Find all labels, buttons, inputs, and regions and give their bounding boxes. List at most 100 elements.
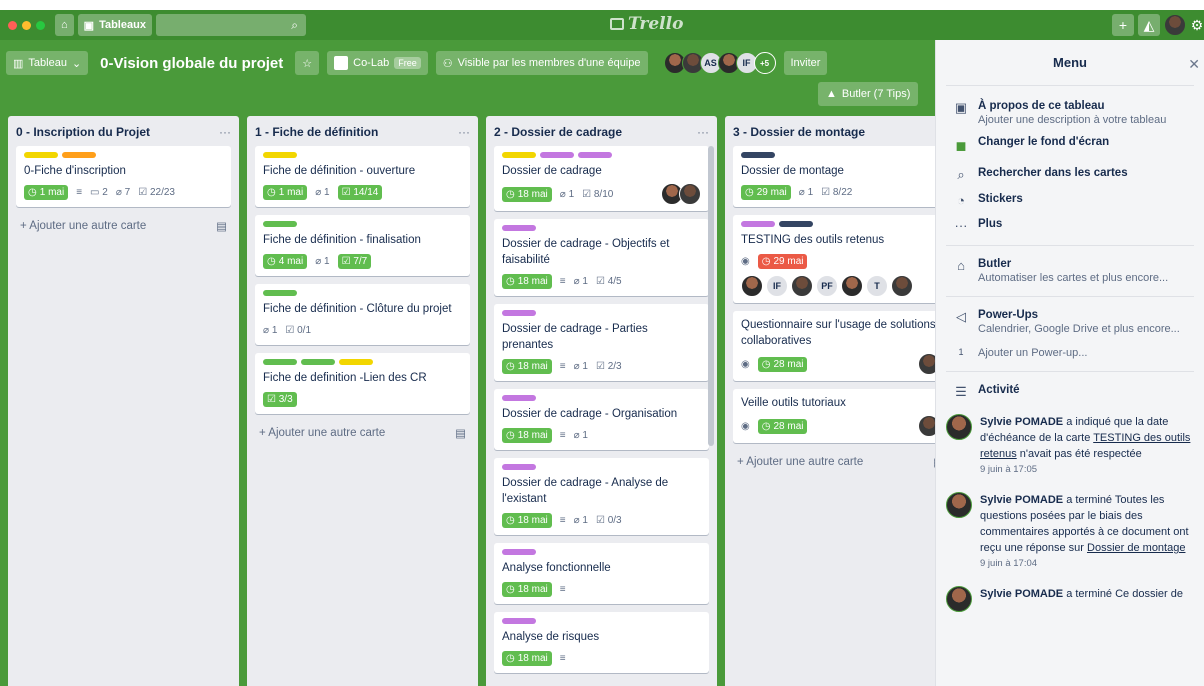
activity-timestamp[interactable]: 9 juin à 17:04: [980, 556, 1200, 572]
notifications-button[interactable]: ◭: [1138, 14, 1160, 36]
due-date-badge[interactable]: ◷ 1 mai: [24, 184, 69, 200]
add-card-button[interactable]: + Ajouter une autre carte▤: [255, 422, 470, 446]
card[interactable]: Fiche de definition -Lien des CR ☑ 3/3: [255, 353, 470, 414]
list-menu-icon[interactable]: ···: [697, 125, 709, 139]
due-date-badge[interactable]: ◷ 18 mai: [502, 186, 552, 202]
card-label[interactable]: [502, 152, 536, 158]
user-avatar[interactable]: [1164, 14, 1186, 36]
activity-author[interactable]: Sylvie POMADE: [980, 494, 1063, 506]
card-label[interactable]: [502, 395, 536, 401]
due-date-badge[interactable]: ◷ 18 mai: [502, 512, 552, 528]
list-title[interactable]: 2 - Dossier de cadrage: [494, 125, 622, 139]
add-card-button[interactable]: + Ajouter une autre carte▤: [494, 681, 709, 686]
card-label[interactable]: [263, 290, 297, 296]
butler-button[interactable]: ▲ Butler (7 Tips): [818, 82, 919, 106]
due-date-badge[interactable]: ◷ 1 mai: [263, 184, 308, 200]
card-label[interactable]: [741, 152, 775, 158]
due-date-badge[interactable]: ◷ 18 mai: [502, 650, 552, 666]
due-date-badge[interactable]: ◷ 29 mai: [757, 253, 808, 269]
activity-timestamp[interactable]: 9 juin à 17:05: [980, 462, 1200, 478]
template-icon[interactable]: ▤: [216, 219, 227, 233]
card[interactable]: Dossier de cadrage - Objectifs et faisab…: [494, 219, 709, 296]
home-button[interactable]: ⌂: [55, 14, 74, 36]
list-title[interactable]: 1 - Fiche de définition: [255, 125, 378, 139]
card-label[interactable]: [502, 310, 536, 316]
card[interactable]: Analyse fonctionnelle ◷ 18 mai ≡: [494, 543, 709, 604]
menu-item-more[interactable]: ··· Plus: [936, 218, 1204, 233]
card-label[interactable]: [779, 221, 813, 227]
menu-item-background[interactable]: ■ Changer le fond d'écran: [936, 136, 1204, 157]
close-window-dot[interactable]: [8, 20, 17, 30]
card[interactable]: Veille outils tutoriaux ◉ ◷ 28 mai: [733, 389, 948, 443]
card[interactable]: Fiche de définition - finalisation ◷ 4 mai…: [255, 215, 470, 276]
card[interactable]: Fiche de définition - ouverture ◷ 1 mai ⌀ 1…: [255, 146, 470, 207]
card[interactable]: Dossier de cadrage - Parties prenantes ◷ 1…: [494, 304, 709, 381]
card-label[interactable]: [24, 152, 58, 158]
activity-avatar[interactable]: [946, 492, 972, 518]
activity-author[interactable]: Sylvie POMADE: [980, 416, 1063, 428]
card-label[interactable]: [741, 221, 775, 227]
menu-item-butler[interactable]: ⌂ Butler Automatiser les cartes et plus …: [936, 258, 1204, 284]
member-avatar-initials[interactable]: PF: [816, 275, 838, 297]
activity-card-link[interactable]: Dossier de montage: [1087, 542, 1185, 554]
view-switcher[interactable]: ▥ Tableau ⌄: [6, 51, 89, 75]
card-label[interactable]: [540, 152, 574, 158]
card-label[interactable]: [502, 464, 536, 470]
card-label[interactable]: [339, 359, 373, 365]
card-label[interactable]: [578, 152, 612, 158]
menu-item-sticker[interactable]: ◔ Stickers: [936, 193, 1204, 208]
card-label[interactable]: [263, 359, 297, 365]
due-date-badge[interactable]: ◷ 18 mai: [502, 427, 552, 443]
more-members-badge[interactable]: +5: [753, 52, 776, 74]
close-icon[interactable]: ✕: [1188, 56, 1200, 73]
team-button[interactable]: Co-Lab Free: [327, 51, 428, 75]
add-card-button[interactable]: + Ajouter une autre carte▤: [733, 451, 948, 475]
card-label[interactable]: [502, 618, 536, 624]
card-label[interactable]: [263, 221, 297, 227]
settings-icon[interactable]: ⚙: [1190, 14, 1204, 36]
add-power-up-link[interactable]: 1 Ajouter un Power-up...: [936, 347, 1204, 359]
card[interactable]: 0-Fiche d'inscription ◷ 1 mai ≡ ▭ 2 ⌀ 7 ☑ 22/2…: [16, 146, 231, 207]
card[interactable]: Questionnaire sur l'usage de solutions c…: [733, 311, 948, 381]
due-date-badge[interactable]: ◷ 28 mai: [757, 418, 808, 434]
card[interactable]: Analyse de risques ◷ 18 mai ≡: [494, 612, 709, 673]
activity-avatar[interactable]: [946, 586, 972, 612]
card-label[interactable]: [263, 152, 297, 158]
menu-item-power-ups[interactable]: ◁ Power-Ups Calendrier, Google Drive et …: [936, 309, 1204, 335]
due-date-badge[interactable]: ◷ 18 mai: [502, 358, 552, 374]
card[interactable]: Dossier de cadrage ◷ 18 mai ⌀ 1 ☑ 8/10: [494, 146, 709, 211]
member-avatar[interactable]: [741, 275, 763, 297]
card-label[interactable]: [62, 152, 96, 158]
card-label[interactable]: [502, 549, 536, 555]
card[interactable]: Dossier de cadrage - Organisation ◷ 18 mai…: [494, 389, 709, 450]
due-date-badge[interactable]: ◷ 28 mai: [757, 356, 808, 372]
list-title[interactable]: 3 - Dossier de montage: [733, 125, 865, 139]
add-card-button[interactable]: + Ajouter une autre carte▤: [16, 215, 231, 239]
menu-item-board[interactable]: ▣ À propos de ce tableau Ajouter une descr…: [936, 100, 1204, 126]
star-button[interactable]: ☆: [295, 51, 320, 75]
due-date-badge[interactable]: ◷ 18 mai: [502, 273, 552, 289]
member-avatar[interactable]: [679, 183, 701, 205]
list-scrollbar[interactable]: [708, 146, 714, 446]
visibility-button[interactable]: ⚇ Visible par les membres d'une équipe: [435, 51, 648, 75]
card[interactable]: Dossier de montage ◷ 29 mai ⌀ 1 ☑ 8/22: [733, 146, 948, 207]
member-avatar[interactable]: [841, 275, 863, 297]
member-avatar-initials[interactable]: IF: [766, 275, 788, 297]
member-avatar[interactable]: [791, 275, 813, 297]
due-date-badge[interactable]: ◷ 4 mai: [263, 253, 308, 269]
list-menu-icon[interactable]: ···: [458, 125, 470, 139]
card[interactable]: TESTING des outils retenus ◉ ◷ 29 mai IF PF T: [733, 215, 948, 303]
boards-button[interactable]: ▣ Tableaux: [77, 14, 152, 36]
template-icon[interactable]: ▤: [455, 426, 466, 440]
card[interactable]: Dossier de cadrage - Analyse de l'exista…: [494, 458, 709, 535]
activity-avatar[interactable]: [946, 414, 972, 440]
search-input[interactable]: ⌕: [155, 14, 306, 36]
invite-button[interactable]: Inviter: [783, 51, 828, 75]
due-date-badge[interactable]: ◷ 18 mai: [502, 581, 552, 597]
board-title[interactable]: 0-Vision globale du projet: [96, 55, 287, 72]
menu-item-search[interactable]: ⌕ Rechercher dans les cartes: [936, 167, 1204, 183]
create-button[interactable]: +: [1112, 14, 1134, 36]
minimize-window-dot[interactable]: [22, 20, 31, 30]
card-label[interactable]: [301, 359, 335, 365]
card[interactable]: Fiche de définition - Clôture du projet ⌀…: [255, 284, 470, 345]
